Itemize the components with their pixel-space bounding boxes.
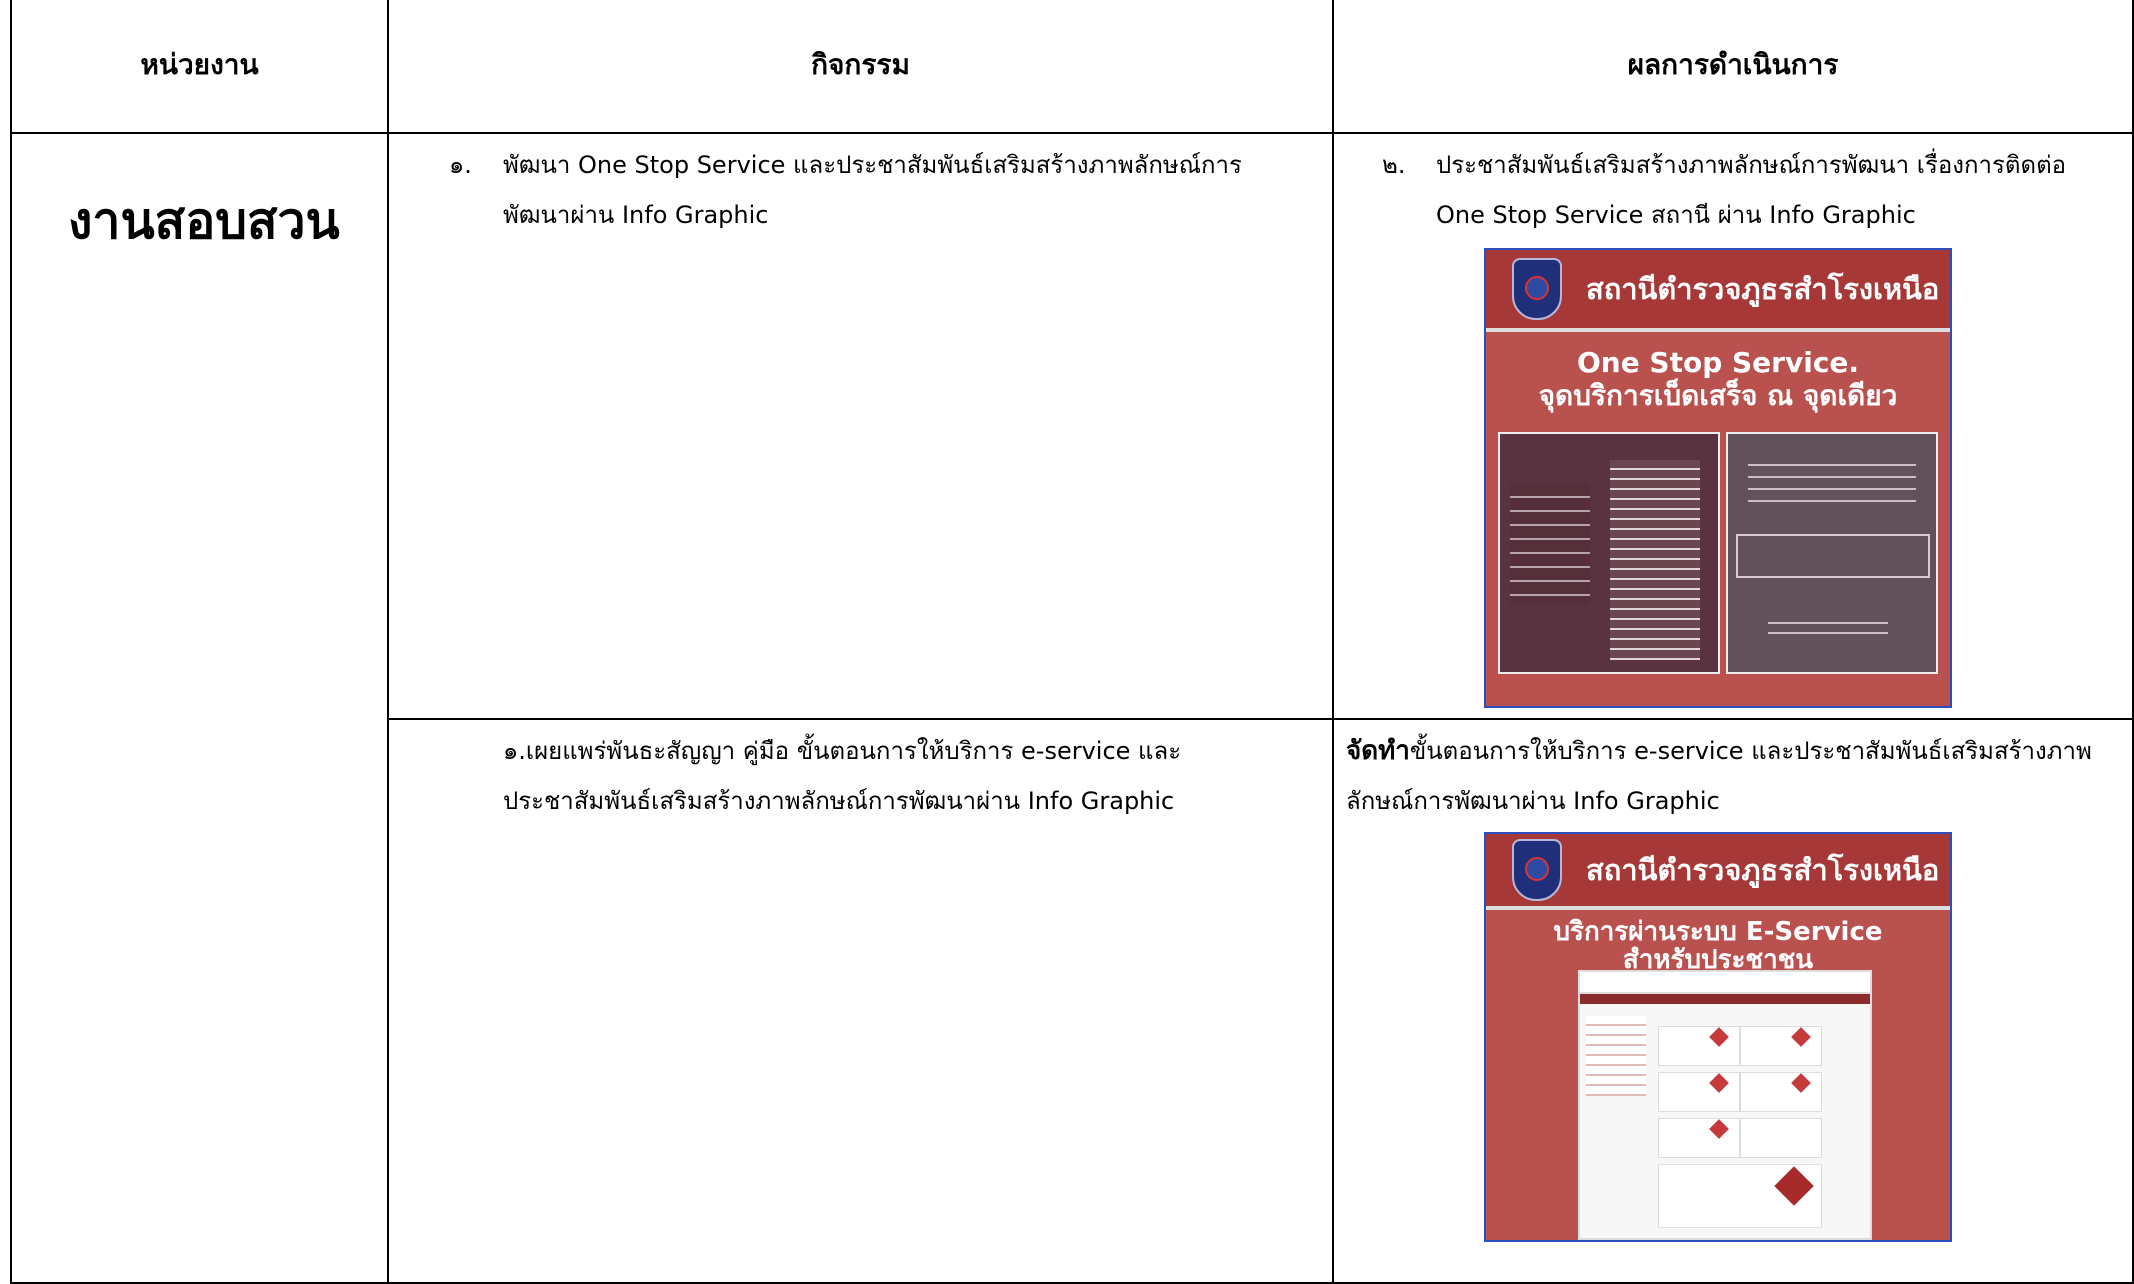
service-board-photo-1 bbox=[1498, 432, 1720, 674]
row1-activity-text: พัฒนา One Stop Service และประชาสัมพันธ์เ… bbox=[503, 151, 1242, 229]
e-service-infographic: สถานีตำรวจภูธรสำโรงเหนือ บริการผ่านระบบ … bbox=[1484, 832, 1952, 1243]
row1-result-cell: ๒. ประชาสัมพันธ์เสริมสร้างภาพลักษณ์การพั… bbox=[1332, 131, 2134, 721]
one-stop-service-infographic: สถานีตำรวจภูธรสำโรงเหนือ One Stop Servic… bbox=[1484, 248, 1952, 708]
service-board-photo-2 bbox=[1726, 432, 1938, 674]
poster2-subtitle-line1: บริการผ่านระบบ E-Service bbox=[1553, 917, 1883, 948]
police-badge-icon bbox=[1512, 258, 1562, 320]
report-table: หน่วยงาน กิจกรรม ผลการดำเนินการ งานสอบสว… bbox=[10, 0, 2134, 1284]
row1-activity-cell: ๑. พัฒนา One Stop Service และประชาสัมพัน… bbox=[387, 131, 1334, 721]
poster2-station: สถานีตำรวจภูธรสำโรงเหนือ bbox=[1586, 853, 1940, 888]
poster1-subtitle-line1: One Stop Service. bbox=[1576, 346, 1860, 379]
row2-activity-cell: ๑.เผยแพร่พันธะสัญญา คู่มือ ขั้นตอนการให้… bbox=[387, 718, 1334, 1284]
police-badge-icon bbox=[1512, 839, 1562, 902]
row1-activity-number: ๑. bbox=[449, 151, 472, 179]
unit-name: งานสอบสวน bbox=[68, 192, 340, 250]
header-activity: กิจกรรม bbox=[387, 0, 1334, 134]
row1-result-text: ประชาสัมพันธ์เสริมสร้างภาพลักษณ์การพัฒนา… bbox=[1436, 151, 2067, 229]
poster1-station: สถานีตำรวจภูธรสำโรงเหนือ bbox=[1586, 272, 1940, 306]
e-service-website-screenshot bbox=[1578, 970, 1872, 1241]
unit-cell: งานสอบสวน bbox=[10, 132, 389, 1284]
row2-result-bold: จัดทำ bbox=[1346, 736, 1410, 767]
document-page: หน่วยงาน กิจกรรม ผลการดำเนินการ งานสอบสว… bbox=[0, 0, 2134, 1284]
poster2-subtitle: บริการผ่านระบบ E-Service สำหรับประชาชน bbox=[1486, 918, 1950, 974]
poster1-subtitle-line2: จุดบริการเบ็ดเสร็จ ณ จุดเดียว bbox=[1538, 379, 1898, 412]
poster1-subtitle: One Stop Service. จุดบริการเบ็ดเสร็จ ณ จ… bbox=[1486, 346, 1950, 412]
row1-result-number: ๒. bbox=[1382, 151, 1406, 179]
header-unit: หน่วยงาน bbox=[10, 0, 389, 134]
row2-result-text: ขั้นตอนการให้บริการ e-service และประชาสั… bbox=[1346, 737, 2092, 816]
header-result: ผลการดำเนินการ bbox=[1332, 0, 2134, 134]
row2-activity-text: ๑.เผยแพร่พันธะสัญญา คู่มือ ขั้นตอนการให้… bbox=[503, 737, 1182, 816]
row2-result-cell: จัดทำขั้นตอนการให้บริการ e-service และปร… bbox=[1332, 718, 2134, 1284]
